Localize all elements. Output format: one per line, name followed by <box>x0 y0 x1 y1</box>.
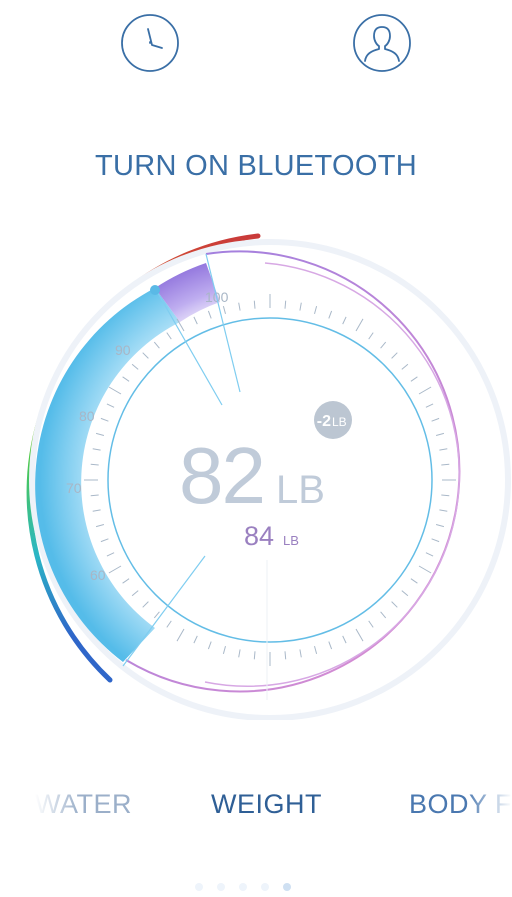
current-weight-unit: LB <box>276 468 325 512</box>
current-weight-value: 82 <box>179 431 264 520</box>
delta-badge: -2 LB <box>314 401 352 439</box>
scale-label-60: 60 <box>90 567 106 583</box>
profile-button[interactable] <box>351 12 413 74</box>
bluetooth-prompt[interactable]: TURN ON BLUETOOTH <box>0 150 512 183</box>
page-dot-active[interactable] <box>283 883 291 891</box>
delta-unit: LB <box>332 415 347 429</box>
scale-tick <box>253 300 256 309</box>
page-dot[interactable] <box>261 883 269 891</box>
scale-label-70: 70 <box>66 480 82 496</box>
delta-value: -2 <box>317 413 331 430</box>
previous-weight-value: 84 <box>244 521 274 551</box>
tab-body-fat[interactable]: BODY F <box>409 789 512 820</box>
scale-tick <box>284 651 287 660</box>
needle-knob <box>150 285 160 295</box>
scale-tick <box>253 651 256 660</box>
scale-label-90: 90 <box>115 342 131 358</box>
page-dot[interactable] <box>217 883 225 891</box>
history-button[interactable] <box>119 12 181 74</box>
scale-tick <box>441 494 450 497</box>
scale-tick <box>284 300 287 309</box>
weight-gauge: 60 70 80 90 100 82 LB 84 LB -2 LB <box>26 233 511 720</box>
scale-tick <box>90 463 99 466</box>
clock-icon <box>121 14 179 72</box>
tab-water[interactable]: WATER <box>35 789 132 820</box>
page-dot[interactable] <box>239 883 247 891</box>
user-icon <box>353 14 411 72</box>
scale-label-80: 80 <box>79 408 95 424</box>
previous-weight-unit: LB <box>283 533 299 548</box>
page-indicator <box>195 883 291 891</box>
tab-weight[interactable]: WEIGHT <box>211 789 322 820</box>
page-dot[interactable] <box>195 883 203 891</box>
scale-tick <box>90 494 99 497</box>
scale-tick <box>441 463 450 466</box>
